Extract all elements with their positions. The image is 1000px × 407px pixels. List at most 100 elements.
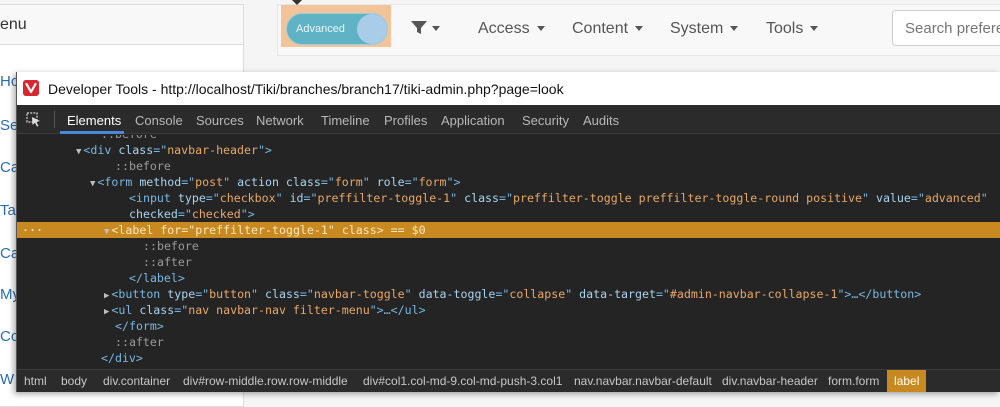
code-token: =" [655, 287, 670, 301]
breadcrumb-item[interactable]: form.form [828, 370, 879, 392]
tab-timeline[interactable]: Timeline [321, 113, 370, 128]
admin-menu-link[interactable]: Ta [0, 202, 16, 219]
breadcrumb-item[interactable]: div#row-middle.row.row-middle [183, 370, 348, 392]
code-token: =" [195, 287, 210, 301]
tab-profiles[interactable]: Profiles [384, 113, 427, 128]
code-token: > == $0 [376, 223, 426, 237]
breadcrumb-item[interactable]: body [61, 370, 87, 392]
code-token: class [265, 287, 300, 301]
code-token: form [418, 175, 447, 189]
code-token: <div [83, 143, 119, 157]
dom-node-line[interactable]: ::before [17, 135, 1000, 142]
dom-tree-panel[interactable]: ::before▼<div class="navbar-header">::be… [17, 135, 1000, 369]
dom-node-line[interactable]: ▶ <button type="button" class="navbar-tog… [17, 286, 1000, 302]
code-token: =" [910, 191, 925, 205]
breadcrumb-item[interactable]: div#col1.col-md-9.col-md-push-3.col1 [363, 370, 562, 392]
tab-sources[interactable]: Sources [196, 113, 244, 128]
dom-breadcrumb: html body div.container div#row-middle.r… [17, 369, 1000, 392]
code-token: =" [303, 191, 318, 205]
admin-menu-link[interactable]: W [0, 371, 14, 388]
code-token: method [139, 175, 182, 189]
nav-system[interactable]: System [670, 20, 739, 38]
chevron-down-icon [432, 26, 440, 31]
code-token: checkbox [219, 191, 276, 205]
code-token: id [289, 191, 304, 205]
nav-tools[interactable]: Tools [766, 20, 819, 38]
collapse-arrow-icon[interactable]: ▶ [104, 291, 109, 301]
code-token: checked [129, 207, 178, 221]
dom-node-line[interactable]: ::after [17, 254, 1000, 270]
breadcrumb-item[interactable]: div.navbar-header [722, 370, 818, 392]
code-token: navbar-header [167, 143, 258, 157]
code-token: ">…</button> [837, 287, 922, 301]
code-token: checked [191, 207, 241, 221]
devtools-tabbar: Elements Console Sources Network Timelin… [17, 105, 1000, 134]
dom-node-line[interactable]: ::before [17, 158, 1000, 174]
dom-node-line[interactable]: </form> [17, 318, 1000, 334]
tab-audits[interactable]: Audits [583, 113, 619, 128]
breadcrumb-item[interactable]: nav.navbar.navbar-default [574, 370, 712, 392]
code-token: " [275, 191, 290, 205]
code-token: preffilter-toggle-1 [195, 223, 328, 237]
search-preferences-input[interactable] [892, 10, 1000, 46]
code-token: =" [499, 191, 513, 205]
nav-access-label: Access [478, 20, 530, 37]
code-token: " [565, 287, 580, 301]
code-token: </label> [129, 271, 185, 285]
chevron-down-icon [536, 26, 545, 32]
nav-access[interactable]: Access [478, 20, 545, 38]
code-token: post [195, 175, 224, 189]
code-token: " [450, 191, 465, 205]
nav-content[interactable]: Content [572, 20, 644, 38]
code-token: navbar-toggle [313, 287, 405, 301]
code-token: </form> [115, 319, 164, 333]
code-token: " [223, 175, 238, 189]
code-token: ">…</ul> [369, 303, 426, 317]
dom-node-line[interactable]: ::before [17, 238, 1000, 254]
node-actions-icon[interactable]: ··· [22, 222, 43, 238]
dom-node-line[interactable]: ::after [17, 334, 1000, 350]
expand-arrow-icon[interactable]: ▼ [104, 227, 109, 237]
expand-arrow-icon[interactable]: ▼ [90, 179, 95, 189]
dom-node-line[interactable]: ▶ <ul class="nav navbar-nav filter-menu">… [17, 302, 1000, 318]
code-token: value [875, 191, 911, 205]
code-token: "> [257, 143, 272, 157]
filter-icon[interactable] [411, 21, 427, 35]
code-token: ::before [101, 135, 157, 141]
dom-node-line[interactable]: </div> [17, 350, 1000, 366]
expand-arrow-icon[interactable]: ▼ [76, 147, 81, 157]
breadcrumb-item-active[interactable]: label [887, 370, 927, 392]
code-token: advanced [924, 191, 981, 205]
breadcrumb-item[interactable]: div.container [103, 370, 170, 392]
code-token: role [376, 175, 405, 189]
tab-application[interactable]: Application [441, 113, 505, 128]
dom-node-line[interactable]: checked="checked"> [17, 206, 1000, 222]
code-token: =" [181, 175, 196, 189]
code-token: class [118, 143, 154, 157]
code-token: <label [111, 223, 161, 237]
code-token: "> [240, 207, 255, 221]
tab-console[interactable]: Console [135, 113, 183, 128]
dom-node-line[interactable]: </label> [17, 270, 1000, 286]
dom-node-selected[interactable]: ··· ▼ <label for="preffilter-toggle-1" cla… [17, 222, 1000, 238]
code-token: type [177, 191, 206, 205]
code-token: <input [129, 191, 178, 205]
tab-security[interactable]: Security [522, 113, 569, 128]
toggle-knob[interactable] [357, 14, 387, 44]
devtools-titlebar[interactable]: Developer Tools - http://localhost/Tiki/… [17, 72, 1000, 105]
code-token: <button [111, 287, 168, 301]
dom-node-line[interactable]: ▼ <div class="navbar-header"> [17, 142, 1000, 158]
chevron-down-icon [635, 26, 644, 32]
code-token: " [980, 191, 988, 205]
devtools-window: Developer Tools - http://localhost/Tiki/… [16, 72, 1000, 392]
code-token: collapse [509, 287, 566, 301]
collapse-arrow-icon[interactable]: ▶ [104, 307, 109, 317]
breadcrumb-item[interactable]: html [24, 370, 47, 392]
inspect-element-icon[interactable] [26, 112, 42, 127]
code-token: " [251, 287, 266, 301]
dom-node-line[interactable]: ▼ <form method="post" action class="form"… [17, 174, 1000, 190]
code-token: " [862, 191, 876, 205]
tab-elements[interactable]: Elements [67, 113, 121, 128]
tab-network[interactable]: Network [256, 113, 304, 128]
dom-node-line[interactable]: <input type="checkbox" id="preffilter-to… [17, 190, 1000, 206]
